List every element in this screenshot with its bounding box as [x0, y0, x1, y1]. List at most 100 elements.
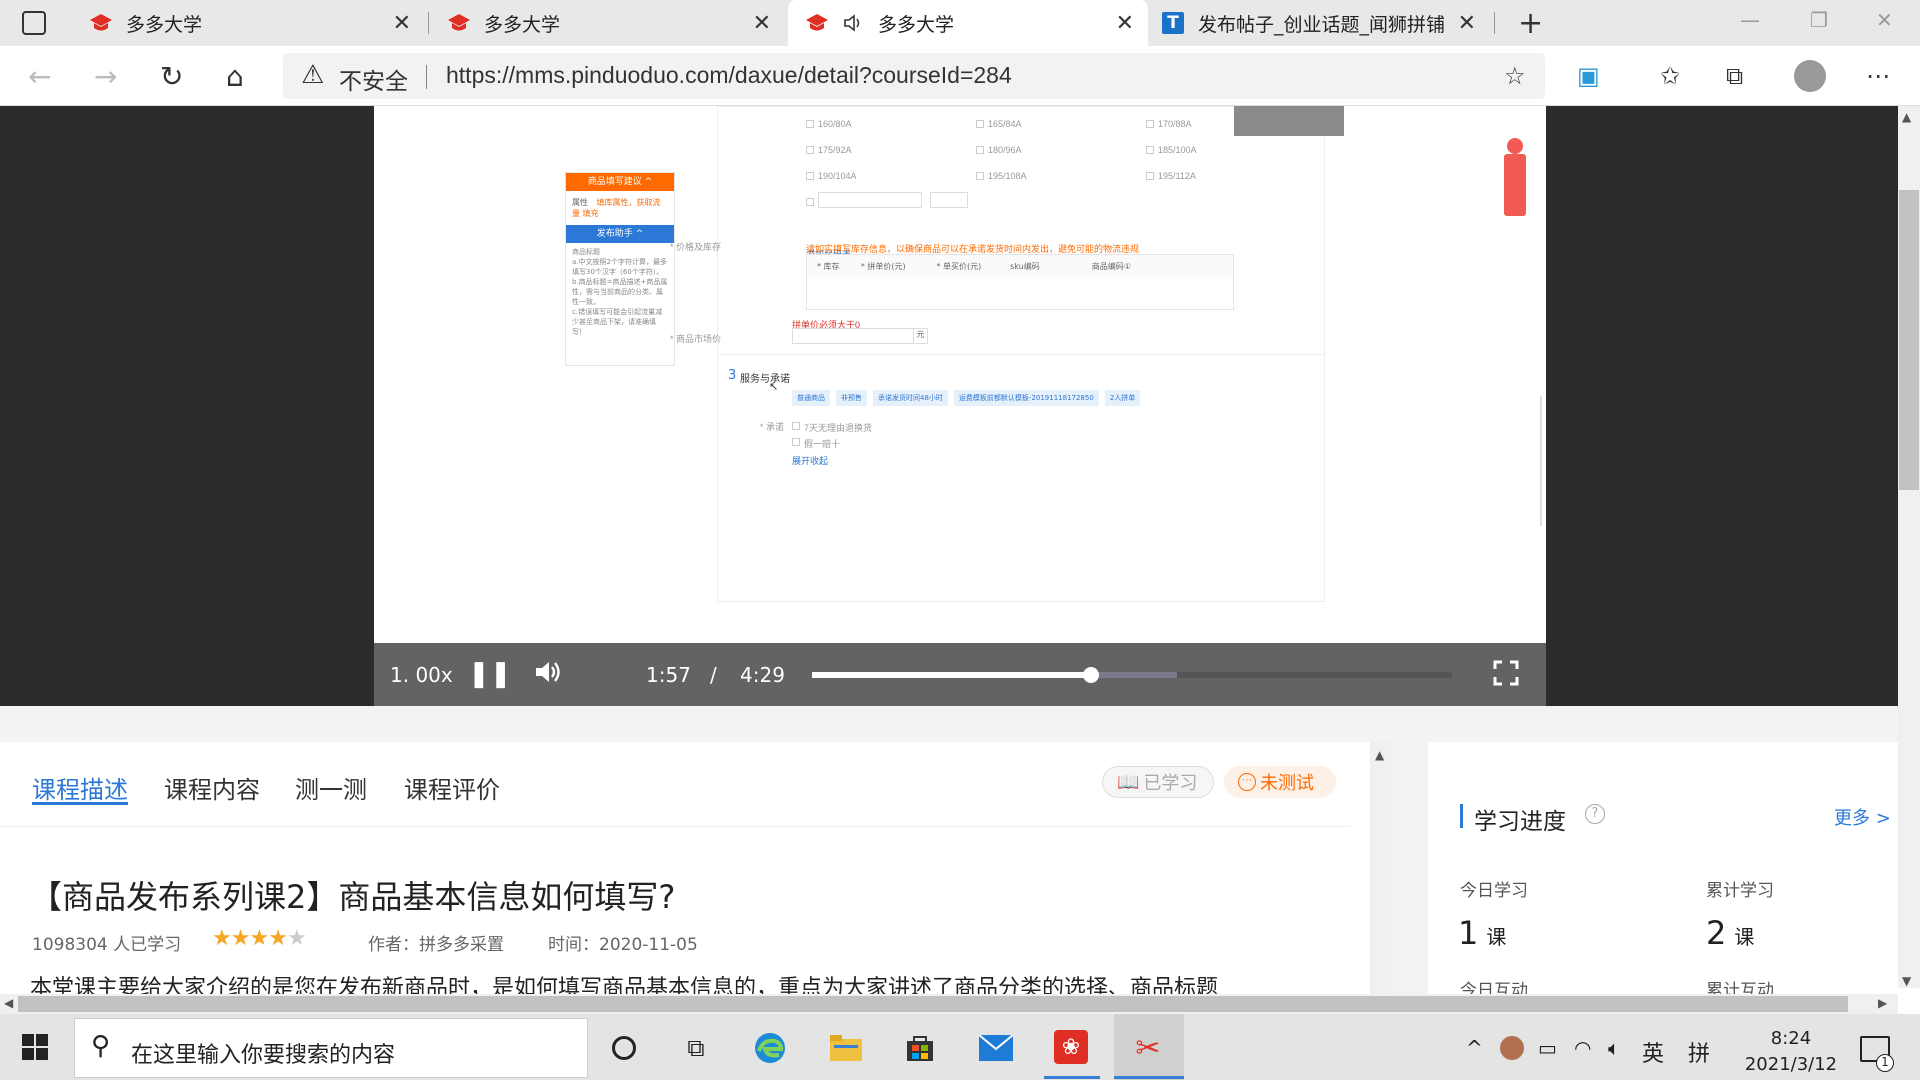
author: 作者：拼多多采置: [368, 935, 504, 955]
notification-count: 1: [1876, 1054, 1894, 1072]
volume-tray-icon[interactable]: 🔈︎: [1608, 1036, 1620, 1060]
tab-2[interactable]: 多多大学 ✕: [430, 0, 785, 46]
profile-avatar[interactable]: [1794, 60, 1826, 92]
book-icon: 📖: [1117, 771, 1140, 793]
course-description: 本堂课主要给大家介绍的是您在发布新商品时，是如何填写商品基本信息的，重点为大家讲…: [30, 976, 1219, 994]
store-icon[interactable]: [902, 1030, 938, 1066]
tab-title: 多多大学: [484, 13, 561, 36]
wifi-icon[interactable]: ◠: [1574, 1036, 1591, 1060]
tab-3-active[interactable]: 多多大学 ✕: [788, 0, 1148, 46]
forward-icon[interactable]: →: [94, 60, 117, 93]
more-menu-icon[interactable]: ⋯: [1866, 62, 1890, 90]
video-section-title: 服务与承诺: [740, 374, 790, 385]
scroll-left-icon[interactable]: ◀: [4, 996, 13, 1010]
collections-icon[interactable]: ⧉: [1726, 62, 1743, 90]
tab-title: 发布帖子_创业话题_闻狮拼铺: [1198, 13, 1446, 36]
tab-course-review[interactable]: 课程评价: [404, 770, 500, 805]
video-custom-size-input: [818, 192, 922, 208]
clock-date: 2021/3/12: [1744, 1054, 1838, 1075]
tab-4[interactable]: T 发布帖子_创业话题_闻狮拼铺 ✕: [1150, 0, 1490, 46]
video-frame[interactable]: 160/80A 165/84A 170/88A 175/92A 180/96A …: [374, 106, 1546, 706]
ime-lang[interactable]: 英: [1642, 1036, 1664, 1068]
windows-start-icon[interactable]: [22, 1034, 48, 1064]
tab-course-description[interactable]: 课程描述: [32, 770, 128, 805]
video-market-input: 元: [792, 328, 928, 344]
pdd-app-active-indicator: [1044, 1076, 1100, 1079]
scroll-up-icon[interactable]: ▲: [1902, 110, 1911, 124]
refresh-icon[interactable]: ↻: [160, 60, 183, 93]
untested-button[interactable]: ⋯ 未测试: [1224, 766, 1336, 798]
tray-user-avatar[interactable]: [1500, 1036, 1524, 1060]
video-expand-link: 展开收起: [792, 456, 829, 466]
new-tab-icon[interactable]: +: [1518, 6, 1543, 41]
battery-icon[interactable]: ▭: [1538, 1036, 1557, 1060]
tray-overflow-icon[interactable]: ^: [1466, 1036, 1483, 1060]
restore-icon[interactable]: ❐: [1810, 8, 1828, 32]
close-tab-icon[interactable]: ✕: [1116, 11, 1134, 36]
tab-title: 多多大学: [126, 13, 203, 36]
back-icon[interactable]: ←: [28, 60, 51, 93]
task-view-icon[interactable]: ⧉: [678, 1030, 714, 1066]
add-favorite-icon[interactable]: ☆: [1504, 62, 1526, 90]
tab-1[interactable]: 多多大学 ✕: [70, 0, 425, 46]
cortana-icon[interactable]: [606, 1030, 642, 1066]
scroll-right-icon[interactable]: ▶: [1878, 996, 1887, 1010]
close-tab-icon[interactable]: ✕: [393, 11, 411, 36]
progress-bar[interactable]: [812, 667, 1452, 683]
course-title: 【商品发布系列课2】商品基本信息如何填写?: [30, 878, 676, 916]
learned-button[interactable]: 📖 已学习: [1102, 766, 1214, 798]
progress-title: 学习进度: [1474, 809, 1566, 835]
tab-title: 多多大学: [878, 13, 955, 36]
clock-time: 8:24: [1770, 1028, 1812, 1049]
video-right-line: [1540, 396, 1542, 526]
panel-accent-bar: [1460, 804, 1463, 828]
progress-handle[interactable]: [1083, 667, 1100, 683]
today-value: 1课: [1458, 914, 1507, 952]
snipping-tool-icon[interactable]: ✂: [1130, 1030, 1166, 1066]
close-window-icon[interactable]: ✕: [1876, 8, 1893, 32]
help-icon[interactable]: ?: [1585, 804, 1605, 824]
extension-icon[interactable]: ▣: [1577, 62, 1600, 90]
video-float-toolbar: [1504, 154, 1526, 216]
taskbar-search[interactable]: ⚲ 在这里输入你要搜索的内容: [74, 1018, 588, 1078]
video-tip-tab: 商品填写建议 ^: [566, 173, 674, 191]
video-size-grid: 160/80A 165/84A 170/88A 175/92A 180/96A …: [374, 106, 1546, 186]
pinduoduo-app-icon[interactable]: ❀: [1054, 1030, 1088, 1064]
total-label: 累计学习: [1706, 881, 1774, 901]
card-inner-scrollbar[interactable]: [1370, 742, 1392, 994]
fullscreen-icon[interactable]: [1492, 659, 1520, 692]
speed-button[interactable]: 1. 00x: [390, 663, 453, 687]
favorites-icon[interactable]: ✩: [1660, 62, 1680, 90]
minimize-icon[interactable]: —: [1740, 8, 1760, 32]
warning-icon[interactable]: ⚠: [301, 60, 324, 90]
close-tab-icon[interactable]: ✕: [753, 11, 771, 36]
search-icon: ⚲: [91, 1031, 111, 1061]
close-tab-icon[interactable]: ✕: [1458, 11, 1476, 36]
snipping-active-indicator: [1114, 1076, 1184, 1079]
more-link[interactable]: 更多 >: [1834, 804, 1891, 830]
vertical-scroll-thumb[interactable]: [1899, 190, 1919, 490]
video-gray-box: [1234, 106, 1344, 136]
speaker-audio-icon[interactable]: [842, 12, 864, 34]
active-tab-underline: [32, 802, 128, 805]
tab-actions-icon[interactable]: [22, 11, 46, 35]
tab-quiz[interactable]: 测一测: [295, 770, 367, 805]
video-promise-label: * 承诺: [760, 422, 785, 432]
clock[interactable]: 8:24 2021/3/12: [1736, 1026, 1846, 1078]
tie-doc-icon: T: [1162, 12, 1184, 34]
volume-icon[interactable]: [532, 657, 562, 692]
star-filled-icon: ★: [212, 926, 232, 951]
edge-icon[interactable]: [752, 1030, 788, 1066]
card-scroll-up-icon[interactable]: ▲: [1375, 748, 1384, 762]
tab-course-content[interactable]: 课程内容: [164, 770, 260, 805]
mail-icon[interactable]: [978, 1030, 1014, 1066]
pause-icon[interactable]: ❚❚: [468, 659, 512, 689]
security-label[interactable]: 不安全: [339, 62, 408, 96]
ime-mode[interactable]: 拼: [1688, 1036, 1710, 1068]
star-filled-icon: ★: [268, 926, 288, 951]
home-icon[interactable]: ⌂: [226, 60, 244, 93]
url-text[interactable]: https://mms.pinduoduo.com/daxue/detail?c…: [446, 62, 1012, 89]
scroll-down-icon[interactable]: ▼: [1902, 974, 1911, 988]
horizontal-scroll-thumb[interactable]: [18, 996, 1848, 1012]
file-explorer-icon[interactable]: [828, 1030, 864, 1066]
